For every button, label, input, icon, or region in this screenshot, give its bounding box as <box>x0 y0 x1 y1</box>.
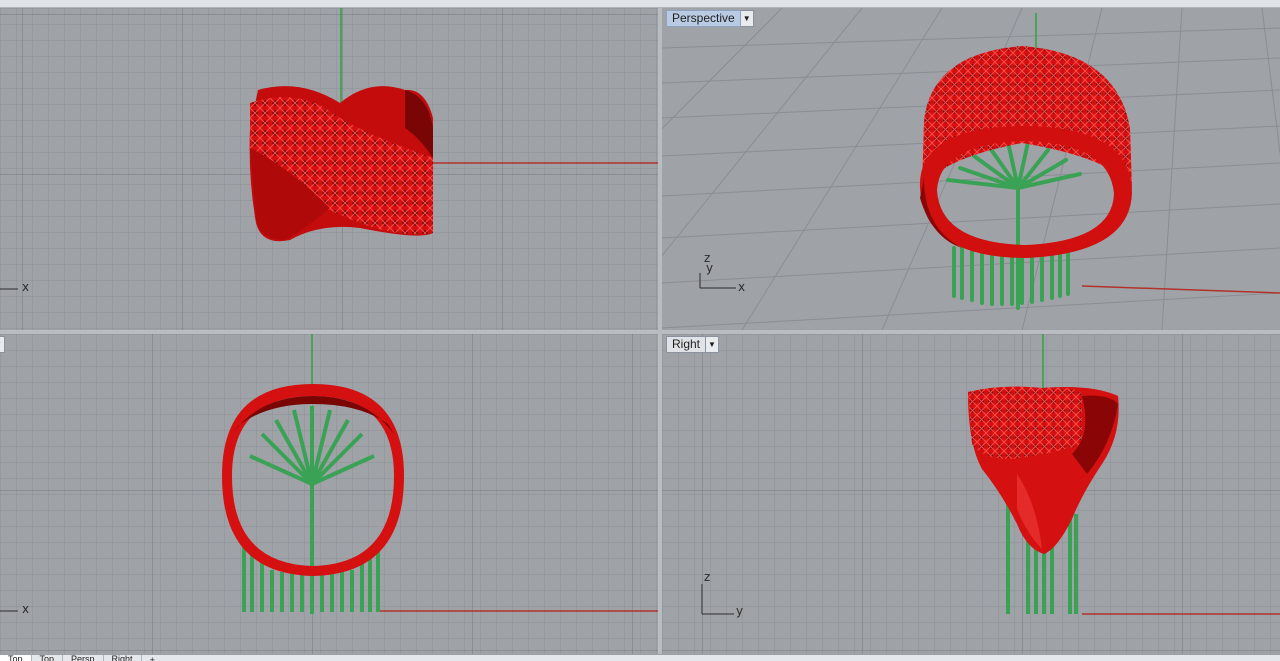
viewport-menu-arrow-icon[interactable]: ▼ <box>740 10 754 27</box>
viewport-name[interactable]: Right <box>666 336 707 353</box>
viewport-label-right[interactable]: Right ▼ <box>666 336 720 353</box>
add-tab-button[interactable]: + <box>142 655 163 661</box>
tab-perspective[interactable]: Persp <box>63 655 104 661</box>
tab-right[interactable]: Right <box>104 655 142 661</box>
axis-label-y: y <box>706 261 714 275</box>
ring-model-top <box>249 86 433 242</box>
axis-label-y: y <box>736 604 744 618</box>
viewport-tabs: Top Top Persp Right + <box>0 654 1280 661</box>
top-view-scene <box>0 8 658 330</box>
viewport-label-perspective[interactable]: Perspective ▼ <box>666 10 754 27</box>
perspective-view-scene <box>662 8 1280 330</box>
viewport-front[interactable]: ▼ x <box>0 334 658 654</box>
viewport-top[interactable]: x <box>0 8 658 330</box>
axis-label-z: z <box>704 570 711 584</box>
axis-label-x: x <box>22 280 30 294</box>
tab-top[interactable]: Top <box>0 655 32 661</box>
viewport-right[interactable]: Right ▼ z y <box>662 334 1280 654</box>
viewport-perspective[interactable]: Perspective ▼ z y x <box>662 8 1280 330</box>
right-view-scene <box>662 334 1280 654</box>
front-view-scene <box>0 334 658 654</box>
viewport-label-front[interactable]: ▼ <box>0 336 5 353</box>
tab-top-2[interactable]: Top <box>32 655 64 661</box>
axis-label-x: x <box>738 280 746 294</box>
top-strip <box>0 0 1280 8</box>
viewport-name[interactable]: Perspective <box>666 10 741 27</box>
axis-label-x: x <box>22 602 30 616</box>
viewport-menu-arrow-icon[interactable]: ▼ <box>0 336 5 353</box>
viewport-menu-arrow-icon[interactable]: ▼ <box>706 336 720 353</box>
